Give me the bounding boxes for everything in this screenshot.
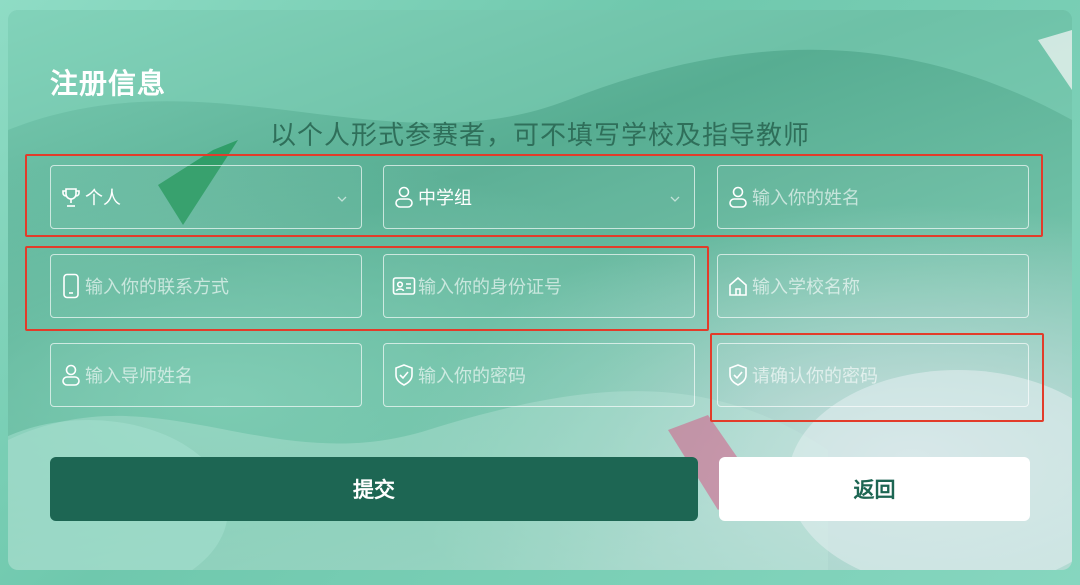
highlight-box-contact	[25, 246, 709, 331]
teacher-placeholder: 输入导师姓名	[85, 366, 193, 387]
back-button[interactable]: 返回	[719, 457, 1030, 521]
school-placeholder: 输入学校名称	[752, 277, 860, 298]
shield-check-icon	[392, 361, 416, 389]
highlight-box-row1	[25, 154, 1043, 237]
home-icon	[726, 272, 750, 300]
form-subtitle: 以个人形式参赛者，可不填写学校及指导教师	[269, 121, 810, 151]
registration-card: 注册信息 以个人形式参赛者，可不填写学校及指导教师 个人 中学组 输入你的姓名 …	[8, 10, 1072, 570]
page-title: 注册信息	[50, 67, 167, 100]
password-placeholder: 输入你的密码	[418, 366, 526, 387]
highlight-box-confirm-password	[710, 333, 1044, 422]
password-input[interactable]: 输入你的密码	[383, 343, 695, 407]
teacher-input[interactable]: 输入导师姓名	[50, 343, 362, 407]
submit-button[interactable]: 提交	[50, 457, 698, 521]
school-input[interactable]: 输入学校名称	[717, 254, 1029, 318]
page-background: 注册信息 以个人形式参赛者，可不填写学校及指导教师 个人 中学组 输入你的姓名 …	[0, 0, 1080, 585]
user-icon	[59, 361, 83, 389]
